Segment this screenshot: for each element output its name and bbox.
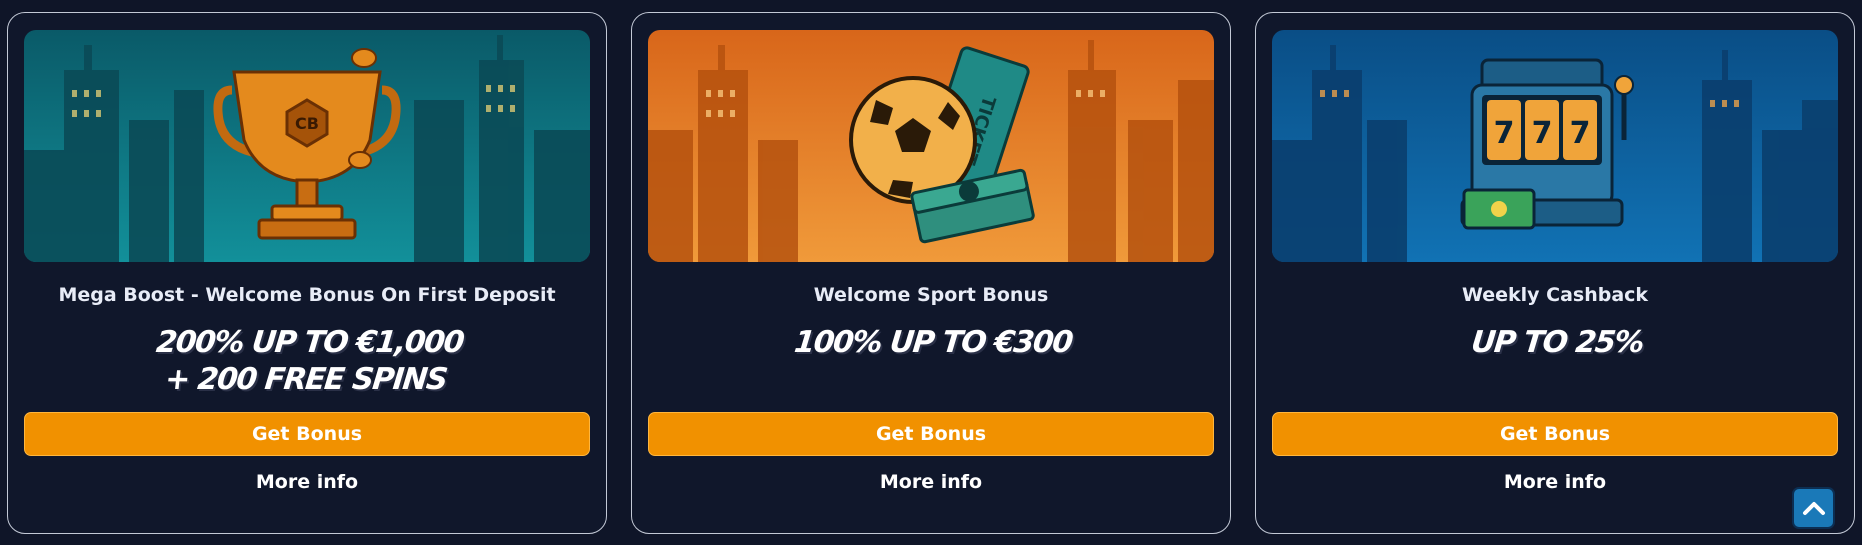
offer-line (789, 361, 1070, 398)
offer-text: 200% UP TO €1,000 + 200 FREE SPINS (149, 324, 464, 406)
svg-text:7: 7 (1570, 116, 1591, 151)
more-info-link[interactable]: More info (256, 471, 358, 493)
bonus-page: CB Mega Boost - Welcome Bonus On First D… (0, 0, 1862, 545)
offer-line: 100% UP TO €300 (792, 325, 1074, 360)
offer-line: 200% UP TO €1,000 (154, 325, 465, 360)
more-info-link[interactable]: More info (880, 471, 982, 493)
bonus-card-weekly-cashback: 7 7 7 Weekly Cashback UP TO 25% Get Bonu… (1255, 12, 1855, 534)
slot-machine-icon: 7 7 7 (1272, 30, 1838, 262)
get-bonus-button[interactable]: Get Bonus (24, 412, 590, 456)
chevron-up-icon (1802, 502, 1825, 515)
bonus-banner: CB (24, 30, 590, 262)
svg-text:7: 7 (1494, 116, 1515, 151)
bonus-banner: 7 7 7 (1272, 30, 1838, 262)
card-title: Weekly Cashback (1461, 284, 1649, 306)
bonus-cards: CB Mega Boost - Welcome Bonus On First D… (7, 12, 1855, 534)
trophy-icon: CB (24, 30, 590, 262)
get-bonus-button[interactable]: Get Bonus (1272, 412, 1838, 456)
offer-line: + 200 FREE SPINS (163, 362, 448, 397)
offer-text: UP TO 25% (1465, 324, 1645, 406)
offer-line: UP TO 25% (1469, 325, 1645, 360)
offer-line (1466, 361, 1641, 398)
offer-text: 100% UP TO €300 (788, 324, 1074, 406)
soccer-ball-ticket-icon: TICKET (648, 30, 1214, 262)
card-title: Mega Boost - Welcome Bonus On First Depo… (58, 284, 556, 306)
svg-text:CB: CB (295, 114, 319, 133)
card-title: Welcome Sport Bonus (813, 284, 1049, 306)
bonus-banner: TICKET (648, 30, 1214, 262)
bonus-card-welcome-sport: TICKET Welcome Sport Bonus 100% UP TO €3… (631, 12, 1231, 534)
bonus-card-mega-boost: CB Mega Boost - Welcome Bonus On First D… (7, 12, 607, 534)
svg-text:7: 7 (1532, 116, 1553, 151)
scroll-to-top-button[interactable] (1792, 487, 1835, 529)
get-bonus-button[interactable]: Get Bonus (648, 412, 1214, 456)
more-info-link[interactable]: More info (1504, 471, 1606, 493)
